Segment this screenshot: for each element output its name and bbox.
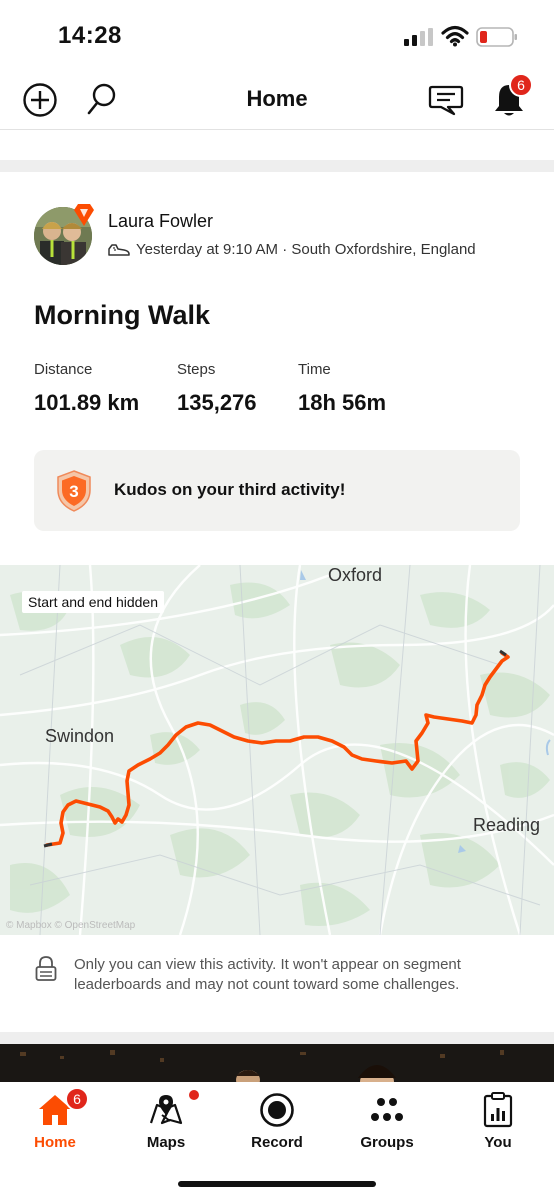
tab-label: You <box>484 1134 512 1151</box>
tab-label: Maps <box>146 1134 186 1151</box>
record-icon <box>257 1092 297 1128</box>
home-indicator[interactable] <box>178 1181 376 1187</box>
notification-badge: 6 <box>509 73 533 97</box>
stat-label: Distance <box>34 361 93 378</box>
route-map[interactable]: Start and end hidden Oxford Swindon Read… <box>0 565 554 935</box>
activity-meta-text: Yesterday at 9:10 AM · South Oxfordshire… <box>136 241 476 258</box>
privacy-text: Only you can view this activity. It won'… <box>74 956 461 993</box>
feed-divider <box>0 160 554 172</box>
tab-groups[interactable]: Groups <box>332 1090 442 1156</box>
achievement-shield-icon: 3 <box>57 470 91 512</box>
stat-distance: Distance 101.89 km <box>34 361 139 416</box>
lock-icon <box>35 956 57 981</box>
stat-steps: Steps 135,276 <box>177 361 257 416</box>
map-canvas <box>0 565 554 935</box>
feed-spacer <box>0 131 554 161</box>
tab-maps[interactable]: Maps <box>111 1090 221 1156</box>
next-post-photo[interactable] <box>0 1044 554 1084</box>
subscriber-badge-icon <box>74 204 94 226</box>
profile-icon <box>478 1092 518 1128</box>
map-icon <box>146 1092 186 1128</box>
battery-low-icon <box>476 27 517 47</box>
stat-value: 18h 56m <box>298 390 387 415</box>
kudos-badge-number: 3 <box>69 482 78 501</box>
place-label-reading: Reading <box>473 815 541 835</box>
bottom-tab-bar: 6 Home Maps Record Groups You <box>0 1082 554 1200</box>
status-time: 14:28 <box>58 22 122 49</box>
athlete-name[interactable]: Laura Fowler <box>108 211 213 232</box>
wifi-icon <box>441 25 469 47</box>
feed-divider <box>0 1032 554 1044</box>
top-navigation: Home 6 <box>0 70 554 130</box>
activity-title[interactable]: Morning Walk <box>34 300 210 331</box>
activity-meta: Yesterday at 9:10 AM · South Oxfordshire… <box>108 241 476 258</box>
stat-time: Time 18h 56m <box>298 361 386 416</box>
groups-icon <box>367 1092 407 1128</box>
tab-label: Record <box>251 1134 303 1151</box>
place-label-swindon: Swindon <box>45 726 115 746</box>
stat-label: Steps <box>177 361 216 378</box>
stat-value: 101.89 km <box>34 390 140 415</box>
tab-label: Home <box>34 1134 76 1151</box>
tab-you[interactable]: You <box>443 1090 553 1156</box>
page-title: Home <box>246 86 308 111</box>
place-label-oxford: Oxford <box>328 565 383 585</box>
start-end-hidden-label: Start and end hidden <box>22 591 164 613</box>
kudos-banner[interactable]: 3 Kudos on your third activity! <box>34 450 520 531</box>
map-attribution[interactable]: © Mapbox © OpenStreetMap <box>6 920 135 931</box>
kudos-text: Kudos on your third activity! <box>114 480 346 499</box>
shoe-icon <box>108 243 130 256</box>
tab-label: Groups <box>360 1134 414 1151</box>
chat-bubble-icon[interactable] <box>428 82 464 118</box>
status-bar: 14:28 <box>0 0 554 70</box>
activity-card[interactable]: Laura Fowler Yesterday at 9:10 AM · Sout… <box>0 172 554 1032</box>
stat-label: Time <box>298 361 331 378</box>
home-badge: 6 <box>65 1087 89 1111</box>
tab-home[interactable]: 6 Home <box>0 1087 110 1156</box>
privacy-notice: Only you can view this activity. It won'… <box>0 935 554 1030</box>
maps-notification-dot <box>189 1090 199 1100</box>
tab-record[interactable]: Record <box>222 1090 332 1156</box>
cellular-signal-icon <box>404 28 433 46</box>
stat-value: 135,276 <box>177 390 257 415</box>
